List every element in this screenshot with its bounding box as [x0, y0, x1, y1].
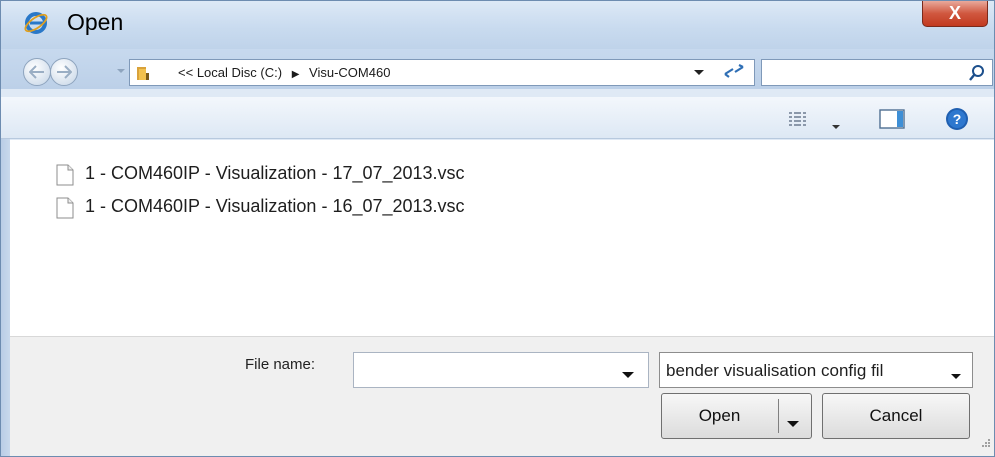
refresh-icon [724, 64, 744, 78]
breadcrumb-arrow-icon[interactable]: ▶ [292, 69, 300, 80]
close-button[interactable]: X [922, 1, 988, 27]
command-bar [1, 97, 994, 139]
split-divider [778, 399, 779, 433]
breadcrumb-local-disc[interactable]: Local Disc (C:) [197, 65, 282, 80]
internet-explorer-icon [23, 10, 49, 36]
search-icon[interactable] [968, 64, 986, 87]
forward-arrow-icon [57, 65, 72, 79]
left-frame-edge [1, 139, 10, 456]
cancel-button[interactable]: Cancel [822, 393, 970, 439]
preview-pane-button[interactable] [879, 109, 909, 129]
open-button-label: Open [698, 406, 741, 425]
forward-button[interactable] [50, 58, 78, 86]
back-arrow-icon [29, 65, 44, 79]
breadcrumb-visu-com460[interactable]: Visu-COM460 [309, 65, 390, 80]
back-button[interactable] [23, 58, 51, 86]
open-button[interactable]: Open [661, 393, 812, 439]
title-bar [1, 1, 994, 49]
breadcrumb-overflow[interactable]: << [178, 65, 193, 80]
help-button[interactable]: ? [945, 107, 969, 131]
document-icon [55, 197, 75, 224]
document-icon [55, 164, 75, 191]
address-bar[interactable]: << Local Disc (C:) ▶ Visu-COM460 [129, 59, 755, 86]
open-options-dropdown[interactable] [786, 413, 800, 433]
file-name-input[interactable] [353, 352, 649, 388]
refresh-button[interactable] [715, 59, 755, 86]
file-type-value: bender visualisation config fil [666, 361, 884, 380]
open-dialog: Open X << Local Disc (C:) ▶ Visu-COM460 [0, 0, 995, 457]
window-title: Open [67, 9, 124, 35]
file-list: 1 - COM460IP - Visualization - 17_07_201… [10, 140, 994, 336]
file-name-dropdown[interactable] [621, 366, 635, 378]
chevron-down-icon [950, 367, 962, 379]
file-name: 1 - COM460IP - Visualization - 17_07_201… [85, 163, 465, 183]
folder-icon [136, 64, 154, 87]
address-dropdown[interactable] [691, 63, 707, 81]
file-name: 1 - COM460IP - Visualization - 16_07_201… [85, 196, 465, 216]
views-icon [789, 112, 806, 126]
change-view-button[interactable] [787, 111, 815, 127]
file-name-label: File name: [245, 356, 316, 373]
svg-text:?: ? [953, 111, 962, 127]
recent-locations-dropdown[interactable] [115, 63, 127, 79]
view-options-dropdown[interactable] [831, 117, 841, 129]
resize-grip-icon[interactable] [981, 435, 991, 453]
preview-pane-icon [879, 109, 905, 129]
search-box[interactable] [761, 59, 993, 86]
file-type-select[interactable]: bender visualisation config fil [659, 352, 973, 388]
breadcrumb: << Local Disc (C:) ▶ Visu-COM460 [178, 65, 390, 80]
help-icon: ? [946, 108, 968, 130]
